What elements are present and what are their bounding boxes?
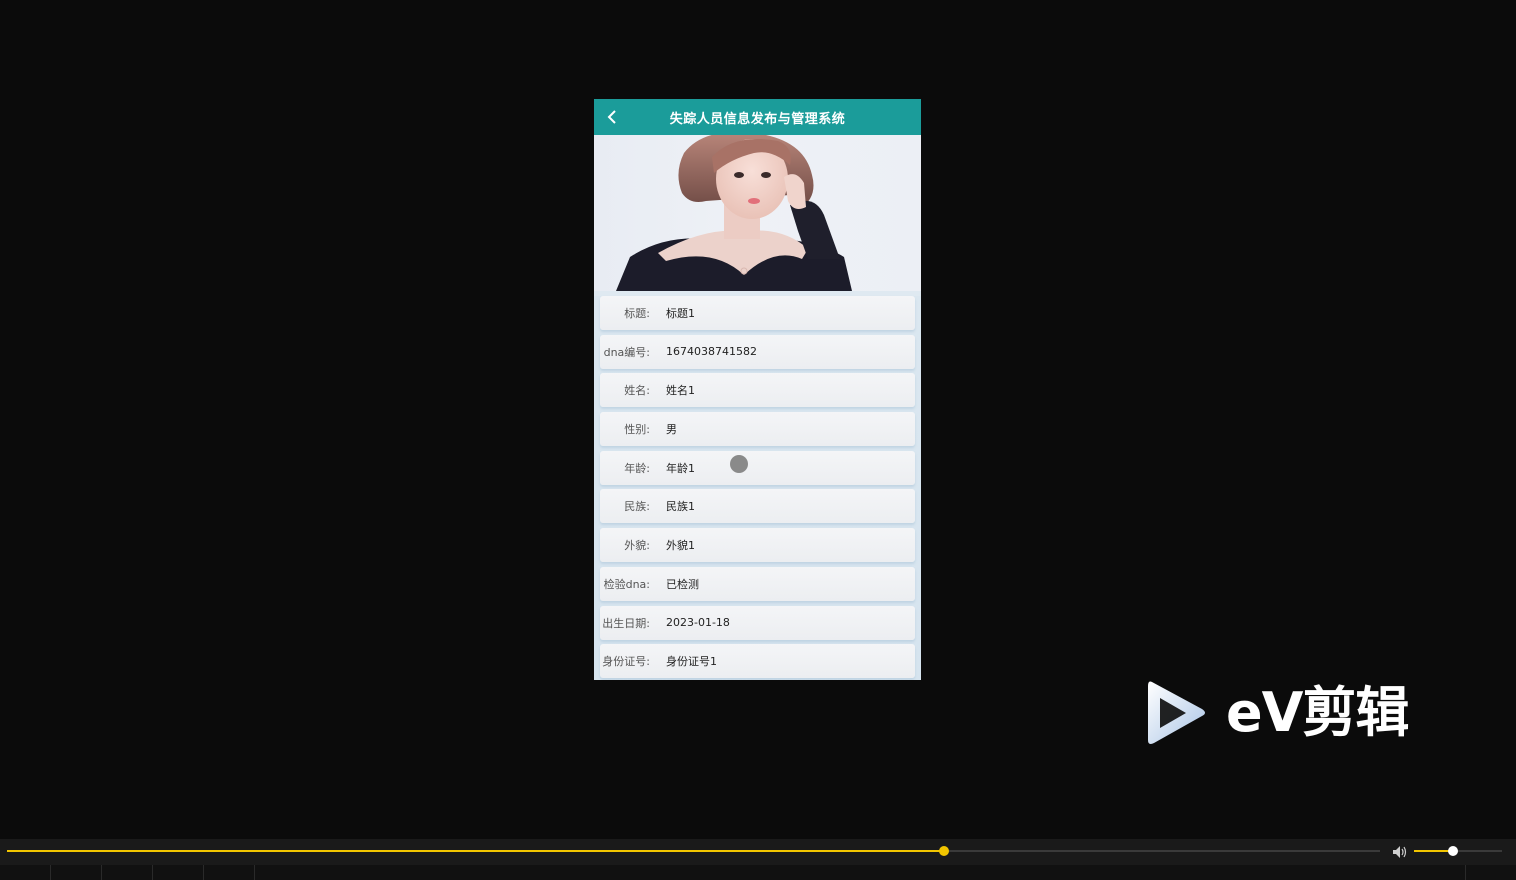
detail-value: 姓名1 bbox=[666, 384, 695, 398]
detail-label: 身份证号: bbox=[602, 655, 650, 669]
detail-row: 性别: 男 bbox=[600, 412, 915, 447]
app-title: 失踪人员信息发布与管理系统 bbox=[669, 111, 846, 127]
detail-value: 民族1 bbox=[666, 500, 695, 514]
detail-row: 身份证号: 身份证号1 bbox=[600, 644, 915, 679]
phone-screen: 失踪人员信息发布与管理系统 标题: 标题1 dna编号: 16740387415… bbox=[594, 99, 921, 680]
timeline-segment bbox=[51, 865, 102, 880]
detail-value: 2023-01-18 bbox=[666, 616, 730, 629]
detail-value: 年龄1 bbox=[666, 461, 695, 475]
detail-value: 已检测 bbox=[666, 577, 699, 591]
timeline-strip bbox=[0, 865, 1516, 880]
detail-label: 年龄: bbox=[624, 461, 650, 475]
detail-value: 男 bbox=[666, 423, 677, 437]
detail-row: 民族: 民族1 bbox=[600, 489, 915, 524]
mouse-cursor-indicator bbox=[730, 455, 748, 473]
detail-row: 年龄: 年龄1 bbox=[600, 450, 915, 485]
seek-handle[interactable] bbox=[939, 846, 950, 856]
player-controls bbox=[0, 839, 1516, 880]
detail-value: 标题1 bbox=[666, 307, 695, 320]
timeline-segment bbox=[1464, 865, 1466, 880]
volume-level bbox=[1414, 850, 1453, 852]
app-header: 失踪人员信息发布与管理系统 bbox=[594, 99, 921, 135]
speaker-icon[interactable] bbox=[1392, 844, 1408, 858]
detail-row: 外貌: 外貌1 bbox=[600, 528, 915, 563]
detail-label: 民族: bbox=[624, 500, 650, 514]
detail-row: dna编号: 1674038741582 bbox=[600, 334, 915, 369]
seek-bar[interactable] bbox=[7, 850, 1380, 852]
volume-handle[interactable] bbox=[1447, 846, 1458, 856]
detail-value: 外貌1 bbox=[666, 539, 695, 553]
volume-slider[interactable] bbox=[1414, 850, 1502, 852]
timeline-segment bbox=[0, 865, 51, 880]
detail-label: 检验dna: bbox=[603, 577, 650, 591]
back-button[interactable] bbox=[602, 107, 622, 127]
details-list: 标题: 标题1 dna编号: 1674038741582 姓名: 姓名1 性别: 男年龄: 年龄… bbox=[594, 296, 921, 680]
detail-label: dna编号: bbox=[603, 345, 650, 359]
seek-progress bbox=[7, 850, 945, 852]
detail-value: 身份证号1 bbox=[666, 655, 717, 669]
detail-row: 标题: 标题1 bbox=[600, 296, 915, 330]
detail-label: 性别: bbox=[624, 423, 650, 437]
play-logo-icon bbox=[1148, 681, 1205, 744]
ev-watermark: eV剪辑 bbox=[1142, 676, 1442, 750]
chevron-left-icon bbox=[607, 110, 616, 124]
timeline-segment bbox=[153, 865, 204, 880]
watermark-text: eV剪辑 bbox=[1226, 681, 1409, 744]
detail-value: 1674038741582 bbox=[666, 345, 757, 359]
timeline-segment bbox=[102, 865, 153, 880]
detail-row: 出生日期: 2023-01-18 bbox=[600, 605, 915, 640]
person-photo bbox=[594, 135, 921, 291]
detail-label: 姓名: bbox=[624, 384, 650, 398]
detail-label: 标题: bbox=[624, 307, 650, 320]
detail-label: 出生日期: bbox=[602, 616, 650, 630]
detail-row: 姓名: 姓名1 bbox=[600, 373, 915, 408]
timeline-segment bbox=[204, 865, 255, 880]
detail-label: 外貌: bbox=[624, 539, 650, 553]
detail-row: 检验dna: 已检测 bbox=[600, 566, 915, 601]
